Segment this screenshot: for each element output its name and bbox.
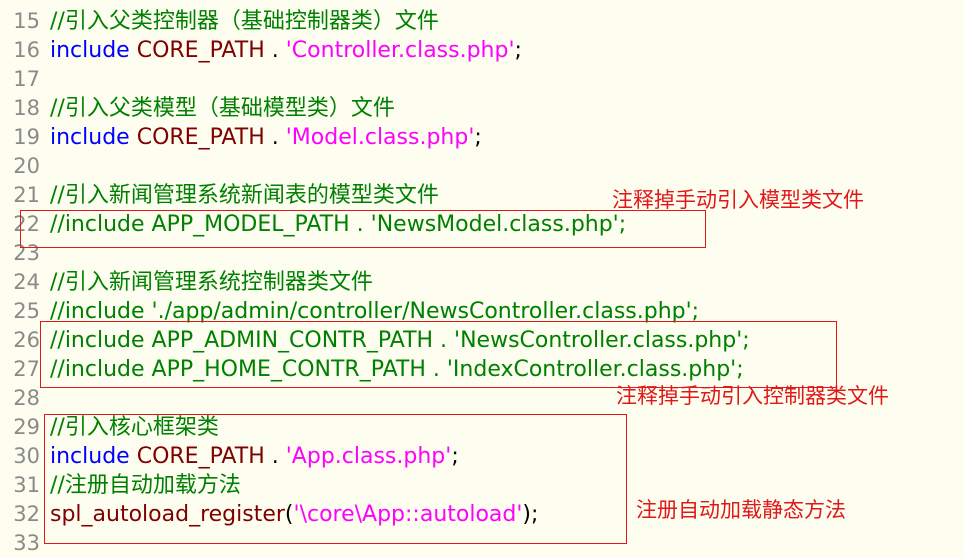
- line-number: 32: [13, 502, 40, 526]
- line-number: 29: [13, 415, 40, 439]
- code-line[interactable]: 24 //引入新闻管理系统控制器类文件: [0, 268, 964, 297]
- code-line[interactable]: 14: [0, 0, 964, 7]
- line-number: 19: [13, 125, 40, 149]
- code-token-const: CORE_PATH: [129, 38, 265, 63]
- line-number: 28: [13, 386, 40, 410]
- annotation-controller-note: 注释掉手动引入控制器类文件: [616, 384, 889, 408]
- code-text: //引入父类模型（基础模型类）文件: [50, 94, 395, 123]
- code-text: include CORE_PATH . 'Model.class.php';: [50, 123, 482, 152]
- code-token-op: .: [264, 125, 286, 150]
- code-token-string: 'Model.class.php': [285, 125, 475, 150]
- highlight-box-model-include: [20, 210, 706, 248]
- line-number: 30: [13, 444, 40, 468]
- line-number: 24: [13, 270, 40, 294]
- line-number: 26: [13, 328, 40, 352]
- code-token-op: .: [264, 38, 286, 63]
- code-token-op: ;: [514, 38, 522, 63]
- code-token-comment: //引入父类控制器（基础控制器类）文件: [50, 9, 439, 34]
- highlight-box-autoload: [44, 414, 627, 544]
- code-text: //引入新闻管理系统控制器类文件: [50, 268, 373, 297]
- code-text: include CORE_PATH . 'Controller.class.ph…: [50, 36, 522, 65]
- line-number: 18: [13, 96, 40, 120]
- code-token-op: ;: [474, 125, 482, 150]
- code-text: //引入父类控制器（基础控制器类）文件: [50, 7, 439, 36]
- code-token-comment: //引入新闻管理系统控制器类文件: [50, 270, 373, 295]
- code-token-comment: //引入新闻管理系统新闻表的模型类文件: [50, 183, 439, 208]
- line-number: 17: [13, 67, 40, 91]
- line-number: 21: [13, 183, 40, 207]
- code-token-keyword: include: [50, 125, 130, 150]
- highlight-box-controller-includes: [40, 321, 837, 388]
- code-token-comment: //引入父类模型（基础模型类）文件: [50, 96, 395, 121]
- line-number: 33: [13, 531, 40, 555]
- annotation-model-note: 注释掉手动引入模型类文件: [612, 188, 864, 212]
- code-line[interactable]: 20: [0, 152, 964, 181]
- line-number: 27: [13, 357, 40, 381]
- line-number: 25: [13, 299, 40, 323]
- line-number: 14: [0, 0, 40, 7]
- code-line[interactable]: 19 include CORE_PATH . 'Model.class.php';: [0, 123, 964, 152]
- code-token-keyword: include: [50, 38, 130, 63]
- line-number: 31: [13, 473, 40, 497]
- code-line[interactable]: 17: [0, 65, 964, 94]
- code-text: //引入新闻管理系统新闻表的模型类文件: [50, 181, 439, 210]
- code-line[interactable]: 18 //引入父类模型（基础模型类）文件: [0, 94, 964, 123]
- code-token-const: CORE_PATH: [129, 125, 265, 150]
- line-number: 20: [13, 154, 40, 178]
- line-number: 15: [13, 9, 40, 33]
- code-line[interactable]: 16 include CORE_PATH . 'Controller.class.…: [0, 36, 964, 65]
- code-line[interactable]: 15 //引入父类控制器（基础控制器类）文件: [0, 7, 964, 36]
- line-number: 16: [13, 38, 40, 62]
- annotation-autoload-note: 注册自动加载静态方法: [636, 498, 846, 522]
- code-token-string: 'Controller.class.php': [285, 38, 515, 63]
